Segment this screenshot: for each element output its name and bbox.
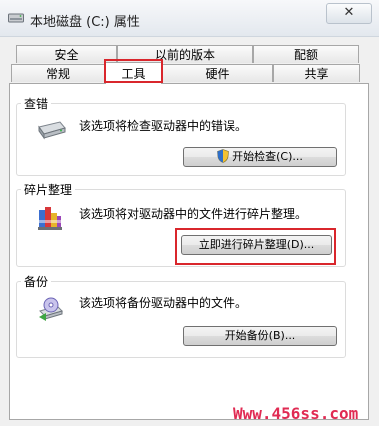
- title-bar: 本地磁盘 (C:) 属性 ✕: [0, 0, 379, 37]
- tab-quota[interactable]: 配额: [253, 45, 359, 63]
- check-group-title: 查错: [21, 95, 52, 112]
- start-check-label: 开始检查(C)...: [232, 150, 303, 163]
- drive-icon: [8, 13, 24, 23]
- defrag-button-highlight-box: [175, 228, 336, 265]
- start-backup-button[interactable]: 开始备份(B)...: [183, 326, 337, 346]
- uac-shield-icon: [217, 149, 229, 163]
- hard-drive-icon: [38, 121, 66, 140]
- start-check-button[interactable]: 开始检查(C)...: [183, 147, 337, 167]
- close-button[interactable]: ✕: [326, 3, 372, 24]
- site-watermark: Www.456ss.com: [233, 404, 359, 423]
- defrag-icon: [38, 207, 62, 230]
- backup-description: 该选项将备份驱动器中的文件。: [79, 296, 248, 310]
- tab-highlight-box: [104, 59, 163, 83]
- tab-sharing[interactable]: 共享: [273, 64, 360, 82]
- tab-security[interactable]: 安全: [16, 45, 117, 63]
- backup-icon: [39, 297, 63, 321]
- defrag-description: 该选项将对驱动器中的文件进行碎片整理。: [79, 207, 308, 221]
- check-description: 该选项将检查驱动器中的错误。: [79, 119, 248, 133]
- backup-group-title: 备份: [21, 273, 52, 290]
- tab-hardware[interactable]: 硬件: [162, 64, 273, 82]
- tab-general[interactable]: 常规: [11, 64, 105, 82]
- defrag-group-title: 碎片整理: [21, 181, 76, 198]
- window-title: 本地磁盘 (C:) 属性: [30, 15, 140, 30]
